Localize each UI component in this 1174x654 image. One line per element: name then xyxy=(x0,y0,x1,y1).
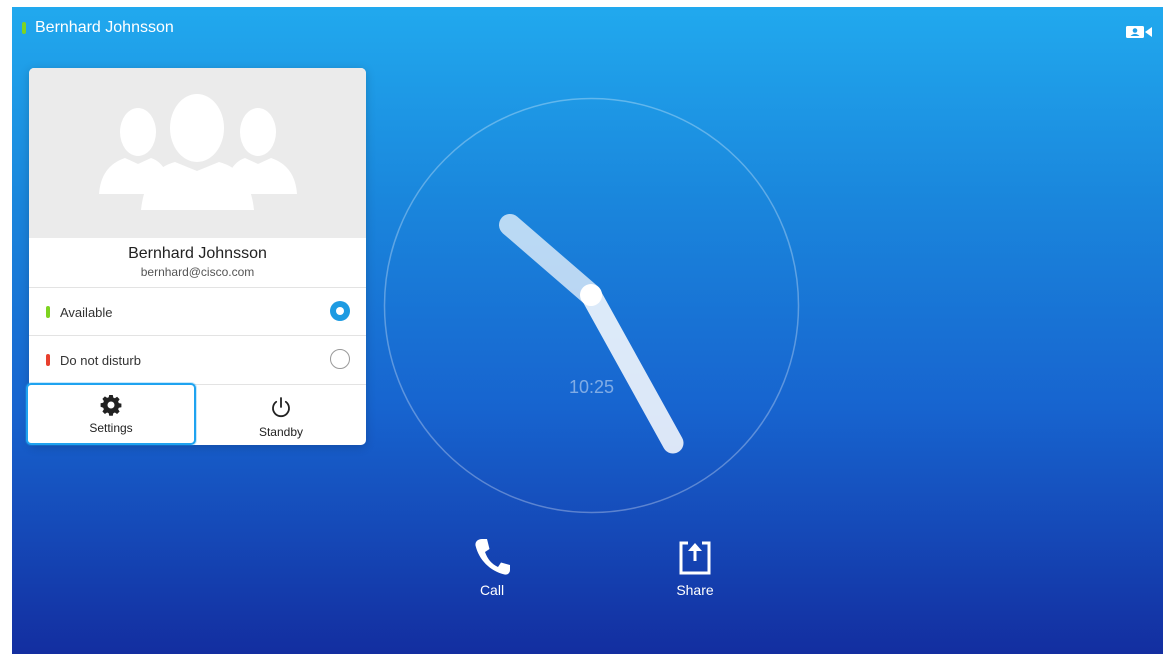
profile-card: Bernhard Johnsson bernhard@cisco.com Ava… xyxy=(26,68,366,446)
hour-hand xyxy=(499,214,602,306)
call-label: Call xyxy=(479,582,505,598)
header-user-name: Bernhard Johnsson xyxy=(35,19,174,36)
radio-available[interactable] xyxy=(330,301,350,321)
minute-hand xyxy=(580,284,684,454)
home-screen: Bernhard Johnsson Bernhard Johnsson bern… xyxy=(12,7,1163,654)
radio-do-not-disturb[interactable] xyxy=(330,349,350,369)
power-icon xyxy=(272,397,290,418)
profile-email: bernhard@cisco.com xyxy=(140,265,255,279)
profile-actions: Settings Standby xyxy=(26,383,366,446)
settings-label: Settings xyxy=(89,421,133,435)
status-option-do-not-disturb[interactable]: Do not disturb xyxy=(29,335,366,384)
settings-button[interactable]: Settings xyxy=(26,383,196,445)
status-label: Do not disturb xyxy=(60,352,141,368)
status-indicator xyxy=(22,22,26,34)
header-user[interactable]: Bernhard Johnsson xyxy=(22,19,174,37)
avatar xyxy=(29,68,366,238)
share-button[interactable]: Share xyxy=(655,537,735,598)
clock-center xyxy=(580,284,602,306)
gear-icon xyxy=(100,395,122,416)
status-pill-available xyxy=(46,306,50,318)
status-option-available[interactable]: Available xyxy=(29,287,366,336)
profile-name: Bernhard Johnsson xyxy=(128,245,267,262)
standby-button[interactable]: Standby xyxy=(197,385,365,446)
share-icon xyxy=(679,541,711,575)
camera-icon[interactable] xyxy=(1126,24,1152,40)
clock-time: 10:25 xyxy=(568,377,615,397)
status-pill-do-not-disturb xyxy=(46,354,50,366)
call-button[interactable]: Call xyxy=(452,537,532,598)
status-label: Available xyxy=(60,304,113,320)
clock xyxy=(383,97,800,514)
phone-icon xyxy=(475,539,510,575)
people-placeholder-icon xyxy=(99,94,297,210)
standby-label: Standby xyxy=(258,425,304,439)
share-label: Share xyxy=(676,582,714,598)
